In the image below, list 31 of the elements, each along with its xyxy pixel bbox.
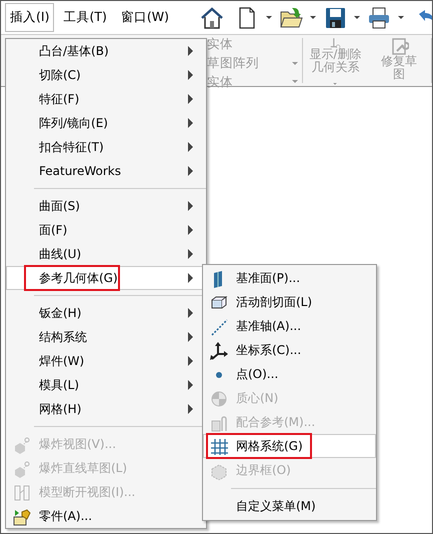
button-label: 显示/删除: [309, 48, 362, 61]
menu-item[interactable]: 钣金(H): [6, 301, 206, 325]
menu-item[interactable]: 模具(L): [6, 373, 206, 397]
menu-item[interactable]: 活动剖切面(L): [203, 290, 376, 314]
menu-item[interactable]: 切除(C): [6, 63, 206, 87]
menu-item[interactable]: 插入(I): [5, 3, 54, 32]
button-label: 图: [393, 68, 406, 80]
menu-item[interactable]: 自定义菜单(M): [203, 494, 376, 518]
menu-item[interactable]: FeatureWorks: [6, 159, 206, 183]
menu-item[interactable]: 窗口(W): [116, 3, 174, 32]
ribbon-label: 草图阵列: [207, 54, 259, 72]
ribbon-label: 实体: [207, 35, 233, 53]
menu-item[interactable]: 扣合特征(T): [6, 135, 206, 159]
menu-item[interactable]: 阵列/镜向(E): [6, 111, 206, 135]
menu-item[interactable]: 曲线(U): [6, 242, 206, 266]
menu-item[interactable]: 网格(H): [6, 397, 206, 421]
menu-item[interactable]: 凸台/基体(B): [6, 39, 206, 63]
menu-item[interactable]: 曲面(S): [6, 194, 206, 218]
menu-item[interactable]: 网格系统(G): [203, 434, 376, 458]
menu-item[interactable]: 零件(A)...: [6, 504, 206, 528]
button-label: 修复草: [381, 55, 418, 68]
button-label: 几何关系: [311, 60, 360, 74]
menu-item[interactable]: 工具(T): [58, 3, 112, 32]
menu-item[interactable]: 基准面(P)...: [203, 266, 376, 290]
menu-item[interactable]: 焊件(W): [6, 349, 206, 373]
menu-item[interactable]: 坐标系(C)...: [203, 338, 376, 362]
menu-item[interactable]: 面(F): [6, 218, 206, 242]
menu-item[interactable]: 特征(F): [6, 87, 206, 111]
menu-item[interactable]: 点(O)...: [203, 362, 376, 386]
menu-item[interactable]: 基准轴(A)...: [203, 314, 376, 338]
menu-item[interactable]: 结构系统: [6, 325, 206, 349]
